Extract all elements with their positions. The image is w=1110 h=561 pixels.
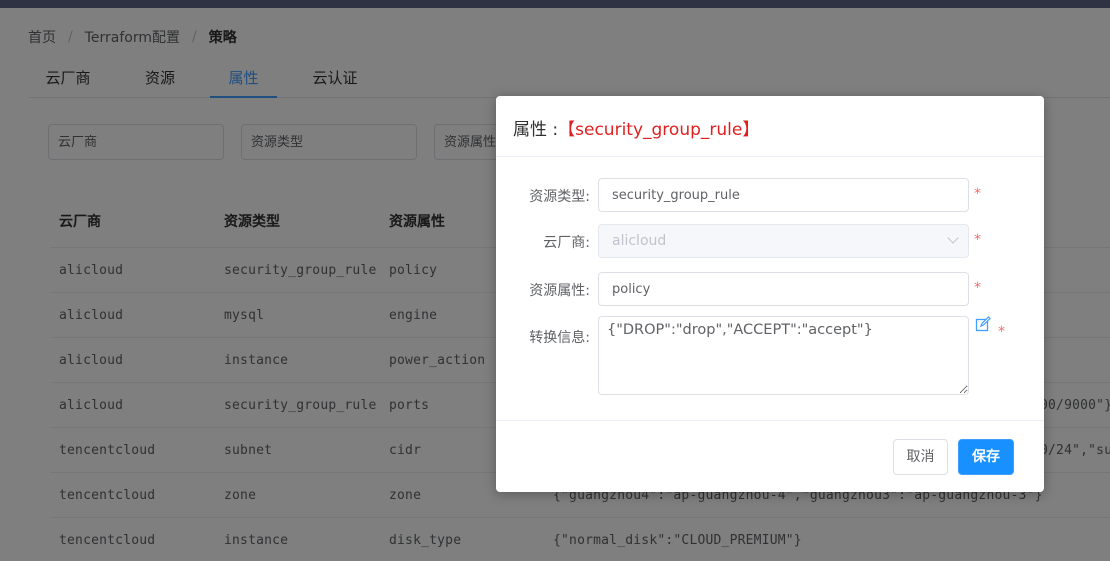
convert-info-label: 转换信息: bbox=[529, 330, 590, 346]
cloud-vendor-value: alicloud bbox=[612, 233, 667, 249]
resource-attr-input[interactable] bbox=[598, 272, 969, 306]
required-mark: * bbox=[998, 324, 1005, 340]
required-mark: * bbox=[974, 186, 981, 202]
dialog-title-resource: 【security_group_rule】 bbox=[558, 120, 760, 140]
resource-attr-label: 资源属性: bbox=[529, 283, 590, 299]
cancel-button[interactable]: 取消 bbox=[893, 439, 948, 475]
dialog-header: 属性 :【security_group_rule】 bbox=[496, 96, 1044, 157]
convert-info-textarea[interactable]: {"DROP":"drop","ACCEPT":"accept"} bbox=[598, 316, 969, 395]
attribute-dialog: 属性 :【security_group_rule】 资源类型: * 云厂商: a… bbox=[496, 96, 1044, 492]
dialog-footer: 取消 保存 bbox=[496, 420, 1044, 492]
chevron-down-icon bbox=[947, 232, 959, 244]
top-bar bbox=[0, 0, 1110, 8]
resource-type-input[interactable] bbox=[598, 178, 969, 212]
resource-type-label: 资源类型: bbox=[529, 189, 590, 205]
cloud-vendor-select: alicloud bbox=[598, 224, 969, 258]
dialog-title: 属性 : bbox=[513, 120, 559, 140]
edit-icon[interactable] bbox=[975, 316, 991, 332]
required-mark: * bbox=[974, 232, 981, 248]
required-mark: * bbox=[974, 280, 981, 296]
cloud-vendor-label: 云厂商: bbox=[543, 235, 590, 251]
save-button[interactable]: 保存 bbox=[958, 439, 1014, 475]
